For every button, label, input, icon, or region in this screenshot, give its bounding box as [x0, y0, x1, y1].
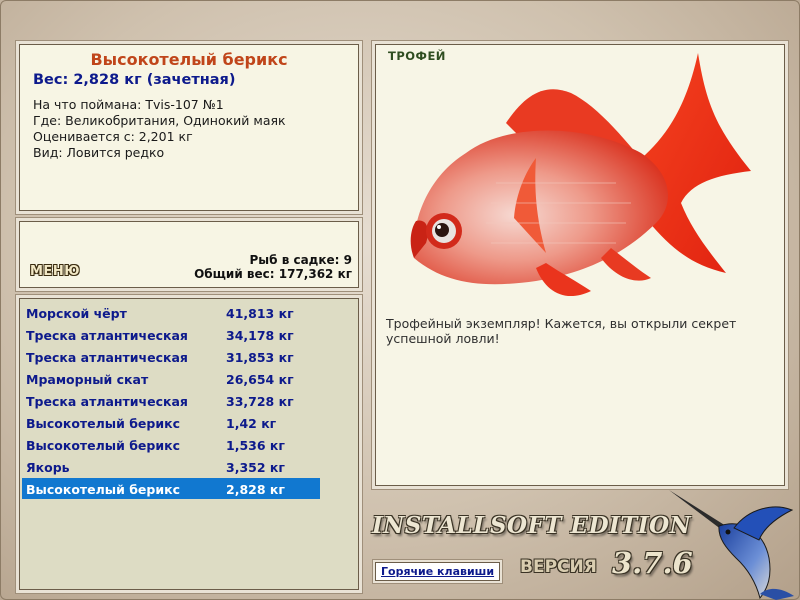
catch-list-row[interactable]: Высокотелый берикс 2,828 кг — [22, 478, 320, 499]
edition-title: INSTALLSOFT EDITION — [372, 512, 692, 539]
catch-list-row[interactable]: Высокотелый берикс 1,42 кг — [22, 412, 320, 433]
catch-fish-weight: 3,352 кг — [226, 460, 285, 475]
fish-count-text: Рыб в садке: 9 — [249, 253, 353, 267]
fish-weight: Вес: 2,828 кг (зачетная) — [33, 72, 236, 88]
catch-list-row[interactable]: Морской чёрт 41,813 кг — [22, 302, 320, 323]
version-label: ВЕРСИЯ — [520, 557, 597, 577]
menu-panel: МЕНЮ Рыб в садке: 9 Общий вес: 177,362 к… — [19, 221, 359, 288]
catch-fish-weight: 1,42 кг — [226, 416, 277, 431]
fish-title: Высокотелый берикс — [90, 50, 288, 69]
total-weight-text: Общий вес: 177,362 кг — [194, 267, 352, 281]
fish-info-panel: Высокотелый берикс Вес: 2,828 кг (зачетн… — [19, 44, 359, 211]
catch-fish-name: Треска атлантическая — [26, 328, 188, 343]
catch-fish-weight: 41,813 кг — [226, 306, 294, 321]
hotkeys-button[interactable]: Горячие клавиши — [375, 562, 501, 581]
menu-button[interactable]: МЕНЮ — [30, 264, 80, 279]
catch-fish-weight: 31,853 кг — [226, 350, 294, 365]
catch-list-row[interactable]: Якорь 3,352 кг — [22, 456, 320, 477]
trophy-panel: ТРОФЕЙ Трофейный экземпляр! Кажется, вы … — [375, 44, 785, 486]
fish-image — [410, 53, 751, 297]
catch-fish-name: Высокотелый берикс — [26, 416, 180, 431]
catch-list-row[interactable]: Мраморный скат 26,654 кг — [22, 368, 320, 389]
marlin-logo — [669, 490, 794, 600]
kind-text: Вид: Ловится редко — [33, 145, 165, 160]
catch-fish-name: Морской чёрт — [26, 306, 127, 321]
catch-fish-name: Высокотелый берикс — [26, 438, 180, 453]
catch-fish-name: Треска атлантическая — [26, 350, 188, 365]
catch-fish-weight: 1,536 кг — [226, 438, 285, 453]
catch-list-row[interactable]: Треска атлантическая 34,178 кг — [22, 324, 320, 345]
trophy-message: Трофейный экземпляр! Кажется, вы открыли… — [386, 316, 737, 346]
caught-on-text: На что поймана: Tvis-107 №1 — [33, 97, 224, 112]
catch-fish-weight: 26,654 кг — [226, 372, 294, 387]
location-text: Где: Великобритания, Одинокий маяк — [33, 113, 286, 128]
catch-list-row[interactable]: Треска атлантическая 31,853 кг — [22, 346, 320, 367]
catch-fish-name: Якорь — [26, 460, 70, 475]
valued-from-text: Оценивается с: 2,201 кг — [33, 129, 193, 144]
catch-fish-name: Треска атлантическая — [26, 394, 188, 409]
catch-fish-weight: 34,178 кг — [226, 328, 294, 343]
catch-fish-weight: 2,828 кг — [226, 482, 285, 497]
catch-fish-name: Высокотелый берикс — [26, 482, 180, 497]
catch-fish-weight: 33,728 кг — [226, 394, 294, 409]
catch-list-row[interactable]: Треска атлантическая 33,728 кг — [22, 390, 320, 411]
catch-fish-name: Мраморный скат — [26, 372, 149, 387]
catch-list[interactable]: Морской чёрт 41,813 кг Треска атлантическа… — [19, 298, 359, 590]
catch-list-row[interactable]: Высокотелый берикс 1,536 кг — [22, 434, 320, 455]
